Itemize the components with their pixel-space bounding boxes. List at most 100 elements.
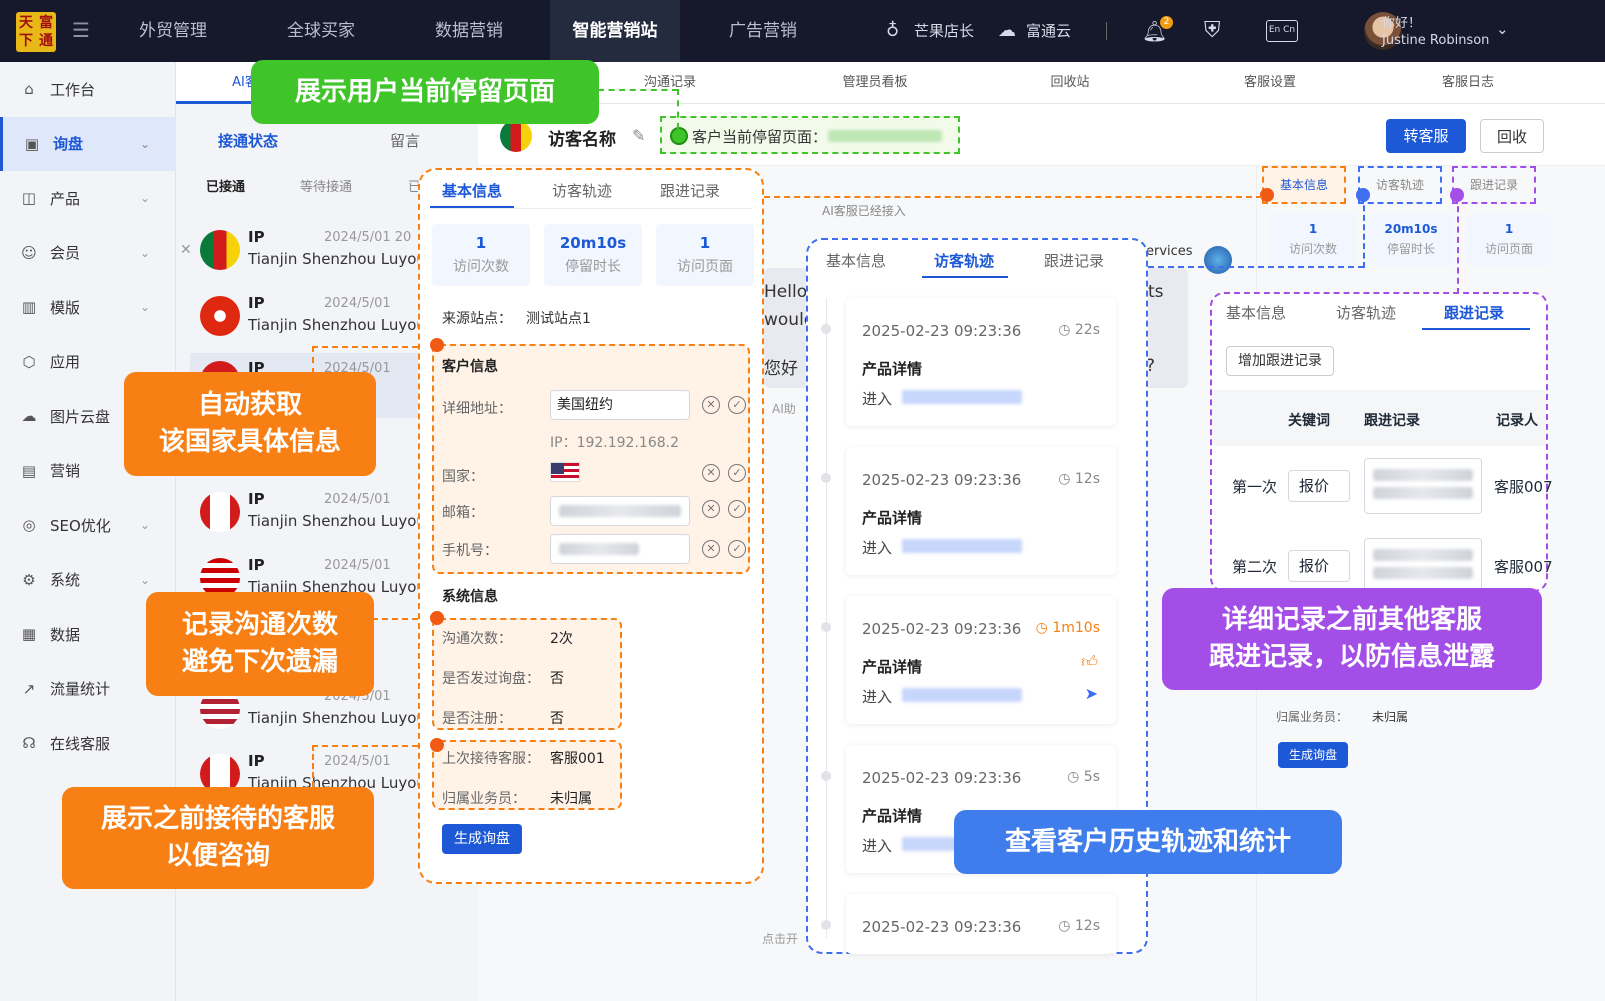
shirt-icon[interactable]: ⛨ [1204, 0, 1221, 62]
clear-icon[interactable]: ✕ [702, 396, 720, 414]
list-item[interactable]: IP 2024/5/01 Tianjin Shenzhou Luyou [190, 288, 420, 353]
list-item-subtitle: Tianjin Shenzhou Luyou [248, 512, 420, 530]
nav-trade-management[interactable]: 外贸管理 [118, 0, 228, 62]
system-icon: ⚙ [22, 570, 36, 589]
list-item[interactable]: IP 2024/5/01 Tianjin Shenzhou Luyou [190, 484, 420, 549]
country-flag-icon [200, 230, 240, 270]
template-icon: ▥ [21, 298, 37, 316]
data-icon: ▦ [21, 625, 37, 643]
sidebar-item-label: SEO优化 [50, 516, 111, 535]
stat-label: 访问页面 [677, 259, 733, 275]
follow-record-field[interactable] [1364, 458, 1482, 514]
logo-char: 通 [39, 33, 53, 49]
track-card[interactable]: 2025-02-23 09:23:36 ◷ 12s [846, 894, 1116, 954]
track-url[interactable] [902, 688, 1022, 702]
mango-icon[interactable]: ♁ [886, 0, 899, 62]
shop-manager-link[interactable]: 芒果店长 [914, 0, 974, 62]
generate-inquiry-button[interactable]: 生成询盘 [442, 824, 522, 854]
track-card[interactable]: 2025-02-23 09:23:36 ◷ 1m10s 产品详情 进入 👍︎ ➤ [846, 596, 1116, 724]
header-follow-record: 跟进记录 [1364, 413, 1420, 429]
nav-global-buyers[interactable]: 全球买家 [266, 0, 376, 62]
follow-keyword-field[interactable]: 报价 [1288, 470, 1350, 502]
nav-ad-marketing[interactable]: 广告营销 [708, 0, 818, 62]
tab-admin-board[interactable]: 管理员看板 [830, 62, 920, 104]
sidebar-item[interactable]: ▣ 询盘 ⌄ [0, 116, 176, 171]
clear-icon[interactable]: ✕ [702, 500, 720, 518]
tab-connected[interactable]: 已接通 [206, 176, 245, 195]
header-recorder: 记录人 [1496, 413, 1538, 429]
sidebar-item[interactable]: ☺ 会员 ⌄ [0, 226, 176, 280]
sidebar-item-label: 数据 [50, 625, 81, 644]
sidebar-item[interactable]: ▥ 模版 ⌄ [0, 280, 176, 334]
email-field[interactable] [550, 496, 690, 526]
confirm-icon[interactable]: ✓ [728, 540, 746, 558]
tab-visitor-track[interactable]: 访客轨迹 [552, 180, 612, 201]
tab-communication-records[interactable]: 沟通记录 [630, 62, 710, 104]
track-page-title: 产品详情 [862, 509, 923, 527]
confirm-icon[interactable]: ✓ [728, 500, 746, 518]
track-duration: ◷ 12s [1058, 471, 1100, 487]
track-url[interactable] [902, 539, 1022, 553]
tab-messages[interactable]: 留言 [390, 130, 420, 151]
track-card[interactable]: 2025-02-23 09:23:36 ◷ 12s 产品详情 进入 [846, 447, 1116, 575]
address-field[interactable]: 美国纽约 [550, 390, 690, 420]
transfer-service-button[interactable]: 转客服 [1386, 119, 1466, 153]
chat-text: ervices [1146, 244, 1193, 259]
tab-follow-records[interactable]: 跟进记录 [1444, 302, 1504, 323]
sidebar-item[interactable]: ⌂ 工作台 [0, 62, 176, 116]
tab-basic-info[interactable]: 基本信息 [826, 250, 886, 271]
track-enter: 进入 [862, 390, 893, 408]
edit-icon[interactable]: ✎ [632, 126, 645, 145]
track-card[interactable]: 2025-02-23 09:23:36 ◷ 22s 产品详情 进入 [846, 298, 1116, 426]
confirm-icon[interactable]: ✓ [728, 396, 746, 414]
follow-record-field[interactable] [1364, 538, 1482, 594]
tab-basic-info[interactable]: 基本信息 [442, 180, 502, 201]
hamburger-menu-icon[interactable]: ☰ [72, 20, 94, 40]
mini-tab-basic[interactable]: 基本信息 [1262, 166, 1346, 204]
list-item[interactable]: IP 2024/5/01 20 Tianjin Shenzhou Luyou [190, 222, 420, 287]
add-follow-record-button[interactable]: 增加跟进记录 [1226, 346, 1334, 376]
mini-tab-track[interactable]: 访客轨迹 [1358, 166, 1442, 204]
user-name[interactable]: Justine Robinson [1382, 33, 1489, 48]
tab-service-settings[interactable]: 客服设置 [1230, 62, 1310, 104]
tab-visitor-track[interactable]: 访客轨迹 [1336, 302, 1396, 323]
phone-field[interactable] [550, 534, 690, 564]
brand-logo[interactable]: 天富下通 [16, 12, 56, 52]
tab-waiting[interactable]: 等待接通 [300, 176, 352, 195]
list-item-date: 2024/5/01 [324, 492, 391, 507]
tab-service-logs[interactable]: 客服日志 [1428, 62, 1508, 104]
chat-text: AI助 [772, 402, 796, 416]
mini-tab-follow[interactable]: 跟进记录 [1452, 166, 1536, 204]
nav-smart-marketing-site[interactable]: 智能营销站 [550, 0, 680, 62]
bell-icon[interactable]: 🔔︎ [1142, 0, 1167, 62]
tab-basic-info[interactable]: 基本信息 [1226, 302, 1286, 323]
clear-icon[interactable]: ✕ [702, 540, 720, 558]
tab-visitor-track[interactable]: 访客轨迹 [934, 250, 994, 271]
mini-generate-inquiry-button[interactable]: 生成询盘 [1278, 742, 1348, 768]
track-url[interactable] [902, 390, 1022, 404]
cloud-icon[interactable]: ☁ [998, 0, 1016, 62]
recycle-button[interactable]: 回收 [1480, 119, 1544, 153]
sidebar-item[interactable]: ☊ 在线客服 [0, 716, 176, 770]
tab-follow-records[interactable]: 跟进记录 [1044, 250, 1104, 271]
confirm-icon[interactable]: ✓ [728, 464, 746, 482]
current-page-url[interactable] [828, 130, 942, 142]
sidebar-item[interactable]: ◎ SEO优化 ⌄ [0, 498, 176, 552]
nav-data-marketing[interactable]: 数据营销 [414, 0, 524, 62]
follow-keyword-field[interactable]: 报价 [1288, 550, 1350, 582]
country-flag-icon [200, 492, 240, 532]
country-label: 国家： [442, 469, 484, 485]
send-icon[interactable]: ➤ [1085, 684, 1098, 703]
language-switch[interactable]: En Cn [1266, 20, 1298, 42]
tab-follow-records[interactable]: 跟进记录 [660, 180, 720, 201]
tab-recycle-bin[interactable]: 回收站 [1030, 62, 1110, 104]
clear-icon[interactable]: ✕ [702, 464, 720, 482]
mini-stat-visits: 1 访问次数 [1270, 214, 1356, 266]
thumbs-up-icon[interactable]: 👍︎ [1081, 652, 1098, 672]
sidebar-item[interactable]: ◫ 产品 ⌄ [0, 171, 176, 225]
chevron-down-icon[interactable]: ⌄ [1496, 20, 1509, 38]
tab-connection-status[interactable]: 接通状态 [218, 130, 278, 151]
connector-line [1363, 196, 1365, 268]
connector-line [764, 196, 1262, 198]
futong-cloud-link[interactable]: 富通云 [1026, 0, 1071, 62]
